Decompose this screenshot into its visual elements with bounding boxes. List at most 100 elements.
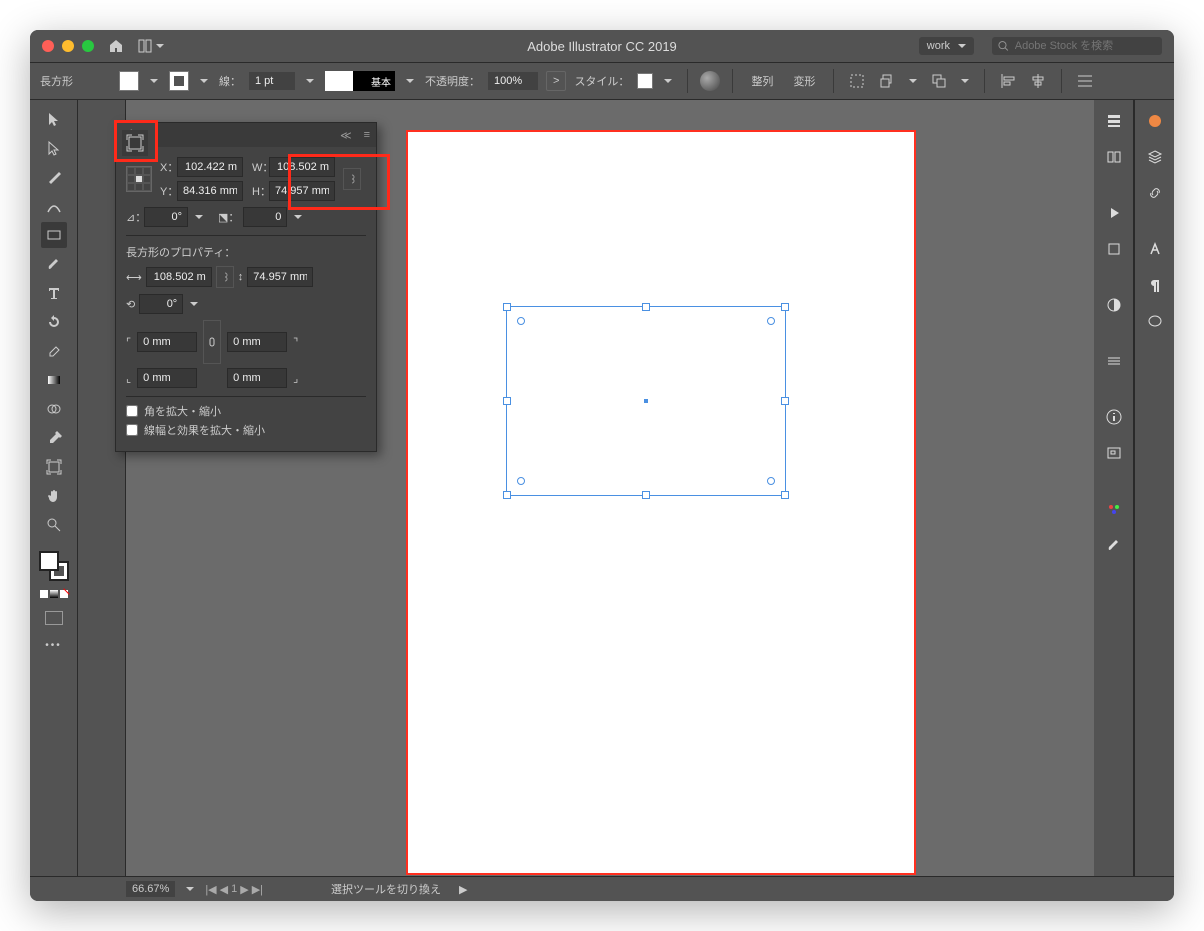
swatches-icon[interactable]: [1103, 498, 1125, 520]
height-input[interactable]: [269, 181, 335, 201]
draw-mode-row[interactable]: [40, 590, 68, 598]
corner-widget-tl[interactable]: [517, 317, 525, 325]
corner-bl-input[interactable]: [137, 368, 197, 388]
resize-handle-bottom[interactable]: [642, 491, 650, 499]
stroke-profile-dropdown[interactable]: [403, 71, 417, 91]
style-dropdown[interactable]: [661, 71, 675, 91]
properties-icon[interactable]: [1103, 110, 1125, 132]
search-input[interactable]: [1015, 40, 1156, 52]
corner-tl-input[interactable]: [137, 332, 197, 352]
fill-dropdown[interactable]: [147, 71, 161, 91]
arrange-forward-button[interactable]: [876, 70, 898, 92]
scale-strokes-checkbox[interactable]: 線幅と効果を拡大・縮小: [126, 422, 366, 438]
rect-link[interactable]: [216, 266, 234, 288]
opacity-input[interactable]: [488, 72, 538, 90]
x-input[interactable]: [177, 157, 243, 177]
resize-handle-right[interactable]: [781, 397, 789, 405]
workspace-switcher[interactable]: work: [919, 37, 974, 55]
horizontal-scrollbar[interactable]: [966, 884, 1166, 894]
color-icon[interactable]: [1144, 110, 1166, 132]
close-window-button[interactable]: [42, 40, 54, 52]
navigator-icon[interactable]: [1103, 442, 1125, 464]
resize-handle-bottom-right[interactable]: [781, 491, 789, 499]
arrange-documents-button[interactable]: [138, 39, 164, 53]
curvature-tool[interactable]: [41, 193, 67, 219]
maximize-window-button[interactable]: [82, 40, 94, 52]
artboard-tool[interactable]: [41, 454, 67, 480]
character-icon[interactable]: [1144, 238, 1166, 260]
resize-handle-top[interactable]: [642, 303, 650, 311]
width-input[interactable]: [269, 157, 335, 177]
resize-handle-top-left[interactable]: [503, 303, 511, 311]
align-center-icon[interactable]: [1027, 70, 1049, 92]
pen-tool[interactable]: [41, 164, 67, 190]
zoom-tool[interactable]: [41, 512, 67, 538]
stroke-panel-icon[interactable]: [1103, 350, 1125, 372]
angle-input[interactable]: [144, 207, 188, 227]
rect-angle-input[interactable]: [139, 294, 183, 314]
transparency-icon[interactable]: [1103, 294, 1125, 316]
graphic-style-swatch[interactable]: [637, 73, 653, 89]
shape-builder-tool[interactable]: [41, 396, 67, 422]
actions-icon[interactable]: [1103, 202, 1125, 224]
direct-selection-tool[interactable]: [41, 135, 67, 161]
fill-stroke-colors[interactable]: [39, 551, 69, 581]
stroke-swatch[interactable]: [169, 71, 189, 91]
gradient-tool[interactable]: [41, 367, 67, 393]
corner-tr-input[interactable]: [227, 332, 287, 352]
shear-input[interactable]: [243, 207, 287, 227]
panel-collapse-button[interactable]: ≪: [334, 129, 358, 142]
corner-link[interactable]: [203, 320, 221, 364]
opentype-icon[interactable]: [1144, 310, 1166, 332]
stroke-dropdown[interactable]: [197, 71, 211, 91]
home-button[interactable]: [108, 38, 124, 54]
fill-swatch[interactable]: [119, 71, 139, 91]
artboards-icon[interactable]: [1103, 238, 1125, 260]
zoom-level[interactable]: 66.67%: [126, 881, 175, 897]
opacity-more-button[interactable]: >: [546, 71, 566, 91]
corner-widget-bl[interactable]: [517, 477, 525, 485]
minimize-window-button[interactable]: [62, 40, 74, 52]
resize-handle-bottom-left[interactable]: [503, 491, 511, 499]
recolor-artwork-button[interactable]: [700, 71, 720, 91]
transform-panel-toggle[interactable]: [122, 130, 148, 156]
brushes-icon[interactable]: [1103, 534, 1125, 556]
paragraph-icon[interactable]: [1144, 274, 1166, 296]
layers-icon[interactable]: [1144, 146, 1166, 168]
panel-menu-icon[interactable]: [1074, 70, 1096, 92]
hand-tool[interactable]: [41, 483, 67, 509]
corner-br-icon[interactable]: ⌟: [293, 372, 298, 385]
isolate-button[interactable]: [846, 70, 868, 92]
constrain-wh-link[interactable]: [343, 168, 361, 190]
reference-point-grid[interactable]: [126, 166, 152, 192]
align-left-icon[interactable]: [997, 70, 1019, 92]
libraries-icon[interactable]: [1103, 146, 1125, 168]
resize-handle-left[interactable]: [503, 397, 511, 405]
corner-br-input[interactable]: [227, 368, 287, 388]
eraser-tool[interactable]: [41, 338, 67, 364]
stroke-profile[interactable]: 基本: [325, 71, 395, 91]
toolbox-more[interactable]: •••: [45, 640, 62, 651]
y-input[interactable]: [177, 181, 243, 201]
rect-width-input[interactable]: [146, 267, 212, 287]
rectangle-tool[interactable]: [41, 222, 67, 248]
corner-widget-br[interactable]: [767, 477, 775, 485]
panel-menu-button[interactable]: ≡: [358, 129, 376, 141]
stock-search[interactable]: [992, 37, 1162, 55]
corner-tr-icon[interactable]: ⌝: [293, 336, 298, 349]
eyedropper-tool[interactable]: [41, 425, 67, 451]
corner-bl-icon[interactable]: ⌞: [126, 372, 131, 385]
artboard-nav[interactable]: |◀◀ 1 ▶▶|: [205, 883, 263, 896]
corner-tl-icon[interactable]: ⌜: [126, 336, 131, 349]
info-icon[interactable]: [1103, 406, 1125, 428]
corner-widget-tr[interactable]: [767, 317, 775, 325]
align-panel-button[interactable]: 整列: [745, 70, 779, 92]
arrange-backward-button[interactable]: [928, 70, 950, 92]
selection-tool[interactable]: [41, 106, 67, 132]
paintbrush-tool[interactable]: [41, 251, 67, 277]
transform-panel-button[interactable]: 変形: [787, 70, 821, 92]
links-icon[interactable]: [1144, 182, 1166, 204]
scale-corners-checkbox[interactable]: 角を拡大・縮小: [126, 403, 366, 419]
screen-mode-button[interactable]: [45, 611, 63, 625]
resize-handle-top-right[interactable]: [781, 303, 789, 311]
